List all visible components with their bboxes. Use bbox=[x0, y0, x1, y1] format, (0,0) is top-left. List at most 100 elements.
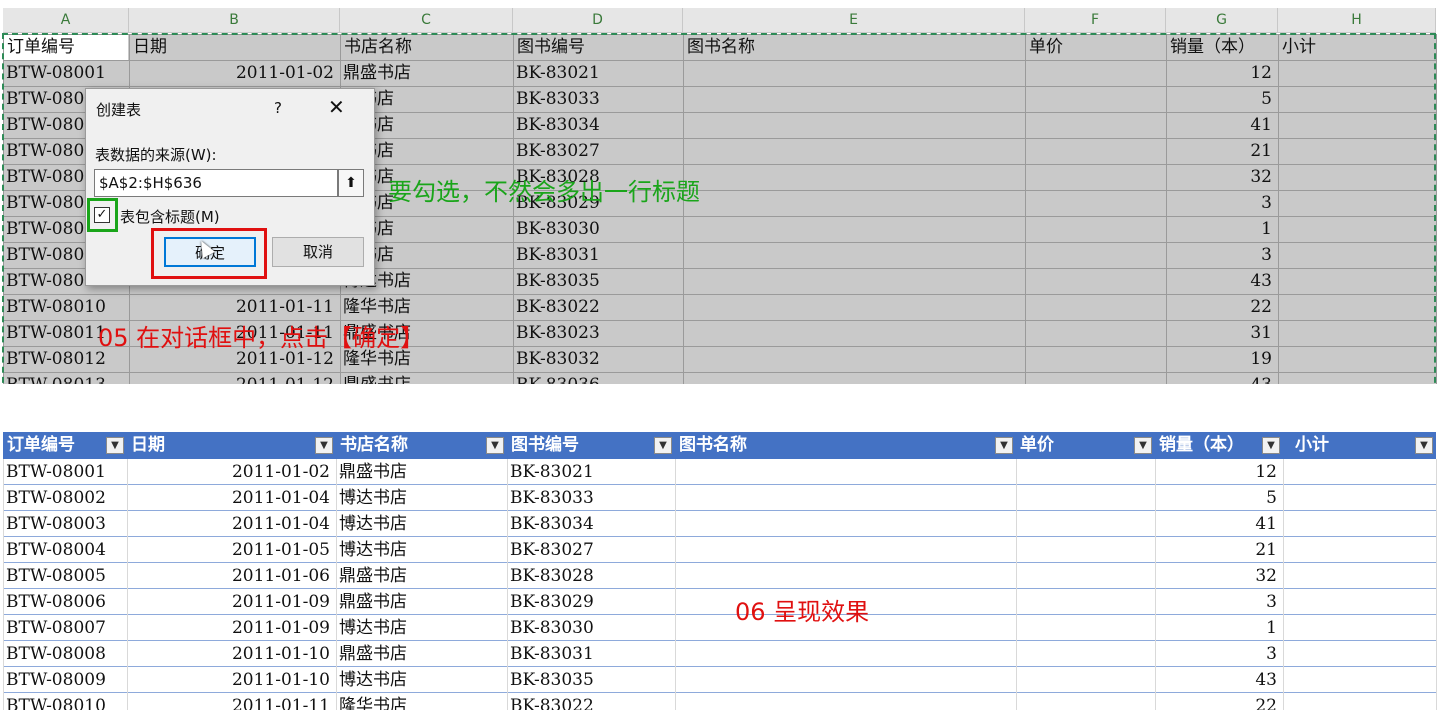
table-cell-book[interactable]: BK-83033 bbox=[510, 485, 669, 511]
filter-dropdown-icon[interactable]: ▼ bbox=[1134, 437, 1152, 454]
table-column-gridline bbox=[1436, 459, 1437, 710]
table-header-label: 销量（本） bbox=[1159, 435, 1244, 455]
column-header-B[interactable]: B bbox=[129, 8, 340, 33]
top-sheet-screenshot: ABCDEFGH 订单编号 日期 书店名称 图书编号 图书名称 单价 销量（本） 小计 BTW-… bbox=[0, 0, 1440, 384]
table-cell-id[interactable]: BTW-08003 bbox=[6, 511, 121, 537]
filter-dropdown-icon[interactable]: ▼ bbox=[654, 437, 672, 454]
table-cell-id[interactable]: BTW-08004 bbox=[6, 537, 121, 563]
column-header-G[interactable]: G bbox=[1166, 8, 1278, 33]
table-header-cell[interactable]: 书店名称 ▼ bbox=[336, 432, 507, 459]
table-cell-qty[interactable]: 3 bbox=[1158, 589, 1277, 615]
table-column-gridline bbox=[1155, 459, 1156, 710]
close-icon[interactable]: ✕ bbox=[328, 95, 345, 119]
filter-dropdown-icon[interactable]: ▼ bbox=[315, 437, 333, 454]
table-cell-id[interactable]: BTW-08005 bbox=[6, 563, 121, 589]
ok-button-highlight bbox=[151, 228, 267, 279]
table-cell-date[interactable]: 2011-01-09 bbox=[130, 615, 330, 641]
table-cell-qty[interactable]: 43 bbox=[1158, 667, 1277, 693]
table-cell-date[interactable]: 2011-01-09 bbox=[130, 589, 330, 615]
filter-dropdown-icon[interactable]: ▼ bbox=[995, 437, 1013, 454]
table-cell-store[interactable]: 博达书店 bbox=[339, 485, 501, 511]
table-cell-qty[interactable]: 5 bbox=[1158, 485, 1277, 511]
table-cell-qty[interactable]: 1 bbox=[1158, 615, 1277, 641]
table-column-gridline bbox=[1283, 459, 1284, 710]
column-gridline bbox=[1436, 34, 1437, 384]
checkbox-highlight bbox=[87, 198, 118, 232]
table-cell-book[interactable]: BK-83027 bbox=[510, 537, 669, 563]
table-header-label: 小计 bbox=[1295, 435, 1329, 455]
table-cell-id[interactable]: BTW-08010 bbox=[6, 693, 121, 710]
result-table: 订单编号 ▼ 日期 ▼ 书店名称 ▼ 图书编号 ▼ 图书名称 ▼ 单价 ▼ 销量（本） ▼ 小计 ▼ BTW-… bbox=[0, 432, 1440, 710]
table-cell-date[interactable]: 2011-01-10 bbox=[130, 667, 330, 693]
filter-dropdown-icon[interactable]: ▼ bbox=[486, 437, 504, 454]
help-icon[interactable]: ? bbox=[274, 99, 282, 117]
filter-dropdown-icon[interactable]: ▼ bbox=[1415, 437, 1433, 454]
column-header-C[interactable]: C bbox=[340, 8, 513, 33]
table-cell-date[interactable]: 2011-01-05 bbox=[130, 537, 330, 563]
table-cell-qty[interactable]: 3 bbox=[1158, 641, 1277, 667]
table-cell-store[interactable]: 鼎盛书店 bbox=[339, 563, 501, 589]
table-column-gridline bbox=[507, 459, 508, 710]
table-cell-store[interactable]: 鼎盛书店 bbox=[339, 641, 501, 667]
table-cell-date[interactable]: 2011-01-04 bbox=[130, 511, 330, 537]
table-cell-qty[interactable]: 22 bbox=[1158, 693, 1277, 710]
table-header-cell[interactable]: 小计 ▼ bbox=[1283, 432, 1436, 459]
table-cell-store[interactable]: 鼎盛书店 bbox=[339, 459, 501, 485]
cancel-button[interactable]: 取消 bbox=[272, 237, 364, 267]
has-headers-label[interactable]: 表包含标题(M) bbox=[120, 206, 220, 227]
table-cell-date[interactable]: 2011-01-04 bbox=[130, 485, 330, 511]
table-cell-store[interactable]: 博达书店 bbox=[339, 537, 501, 563]
table-cell-date[interactable]: 2011-01-06 bbox=[130, 563, 330, 589]
table-cell-id[interactable]: BTW-08002 bbox=[6, 485, 121, 511]
column-header-E[interactable]: E bbox=[683, 8, 1025, 33]
table-cell-store[interactable]: 博达书店 bbox=[339, 511, 501, 537]
dialog-title: 创建表 bbox=[96, 101, 142, 119]
table-cell-id[interactable]: BTW-08006 bbox=[6, 589, 121, 615]
filter-dropdown-icon[interactable]: ▼ bbox=[1262, 437, 1280, 454]
table-cell-book[interactable]: BK-83030 bbox=[510, 615, 669, 641]
table-cell-book[interactable]: BK-83035 bbox=[510, 667, 669, 693]
table-cell-book[interactable]: BK-83031 bbox=[510, 641, 669, 667]
table-header-label: 书店名称 bbox=[340, 435, 408, 455]
table-cell-date[interactable]: 2011-01-10 bbox=[130, 641, 330, 667]
table-cell-book[interactable]: BK-83028 bbox=[510, 563, 669, 589]
table-cell-book[interactable]: BK-83022 bbox=[510, 693, 669, 710]
table-cell-store[interactable]: 鼎盛书店 bbox=[339, 589, 501, 615]
table-column-gridline bbox=[675, 459, 676, 710]
table-cell-store[interactable]: 隆华书店 bbox=[339, 693, 501, 710]
table-cell-qty[interactable]: 12 bbox=[1158, 459, 1277, 485]
range-input[interactable]: $A$2:$H$636 bbox=[94, 169, 338, 197]
table-header-cell[interactable]: 图书名称 ▼ bbox=[675, 432, 1016, 459]
table-header-label: 单价 bbox=[1020, 435, 1054, 455]
table-cell-qty[interactable]: 32 bbox=[1158, 563, 1277, 589]
table-cell-qty[interactable]: 41 bbox=[1158, 511, 1277, 537]
table-header-cell[interactable]: 单价 ▼ bbox=[1016, 432, 1155, 459]
table-cell-id[interactable]: BTW-08007 bbox=[6, 615, 121, 641]
column-header-H[interactable]: H bbox=[1278, 8, 1436, 33]
table-header-cell[interactable]: 图书编号 ▼ bbox=[507, 432, 675, 459]
table-cell-book[interactable]: BK-83029 bbox=[510, 589, 669, 615]
table-cell-id[interactable]: BTW-08001 bbox=[6, 459, 121, 485]
table-cell-id[interactable]: BTW-08008 bbox=[6, 641, 121, 667]
collapse-dialog-icon[interactable]: ⬆ bbox=[338, 169, 364, 197]
table-cell-date[interactable]: 2011-01-11 bbox=[130, 693, 330, 710]
table-cell-id[interactable]: BTW-08009 bbox=[6, 667, 121, 693]
source-label: 表数据的来源(W): bbox=[95, 146, 217, 164]
table-cell-book[interactable]: BK-83034 bbox=[510, 511, 669, 537]
table-header-cell[interactable]: 订单编号 ▼ bbox=[3, 432, 127, 459]
annotation-check-note: 要勾选，不然会多出一行标题 bbox=[388, 178, 700, 206]
table-cell-store[interactable]: 博达书店 bbox=[339, 615, 501, 641]
column-header-D[interactable]: D bbox=[513, 8, 683, 33]
table-column-gridline bbox=[1016, 459, 1017, 710]
table-header-cell[interactable]: 销量（本） ▼ bbox=[1155, 432, 1283, 459]
column-header-F[interactable]: F bbox=[1025, 8, 1166, 33]
table-header-label: 图书编号 bbox=[511, 435, 579, 455]
table-cell-date[interactable]: 2011-01-02 bbox=[130, 459, 330, 485]
table-column-gridline bbox=[336, 459, 337, 710]
filter-dropdown-icon[interactable]: ▼ bbox=[106, 437, 124, 454]
table-cell-book[interactable]: BK-83021 bbox=[510, 459, 669, 485]
table-header-cell[interactable]: 日期 ▼ bbox=[127, 432, 336, 459]
table-cell-qty[interactable]: 21 bbox=[1158, 537, 1277, 563]
table-cell-store[interactable]: 博达书店 bbox=[339, 667, 501, 693]
column-header-A[interactable]: A bbox=[3, 8, 129, 33]
